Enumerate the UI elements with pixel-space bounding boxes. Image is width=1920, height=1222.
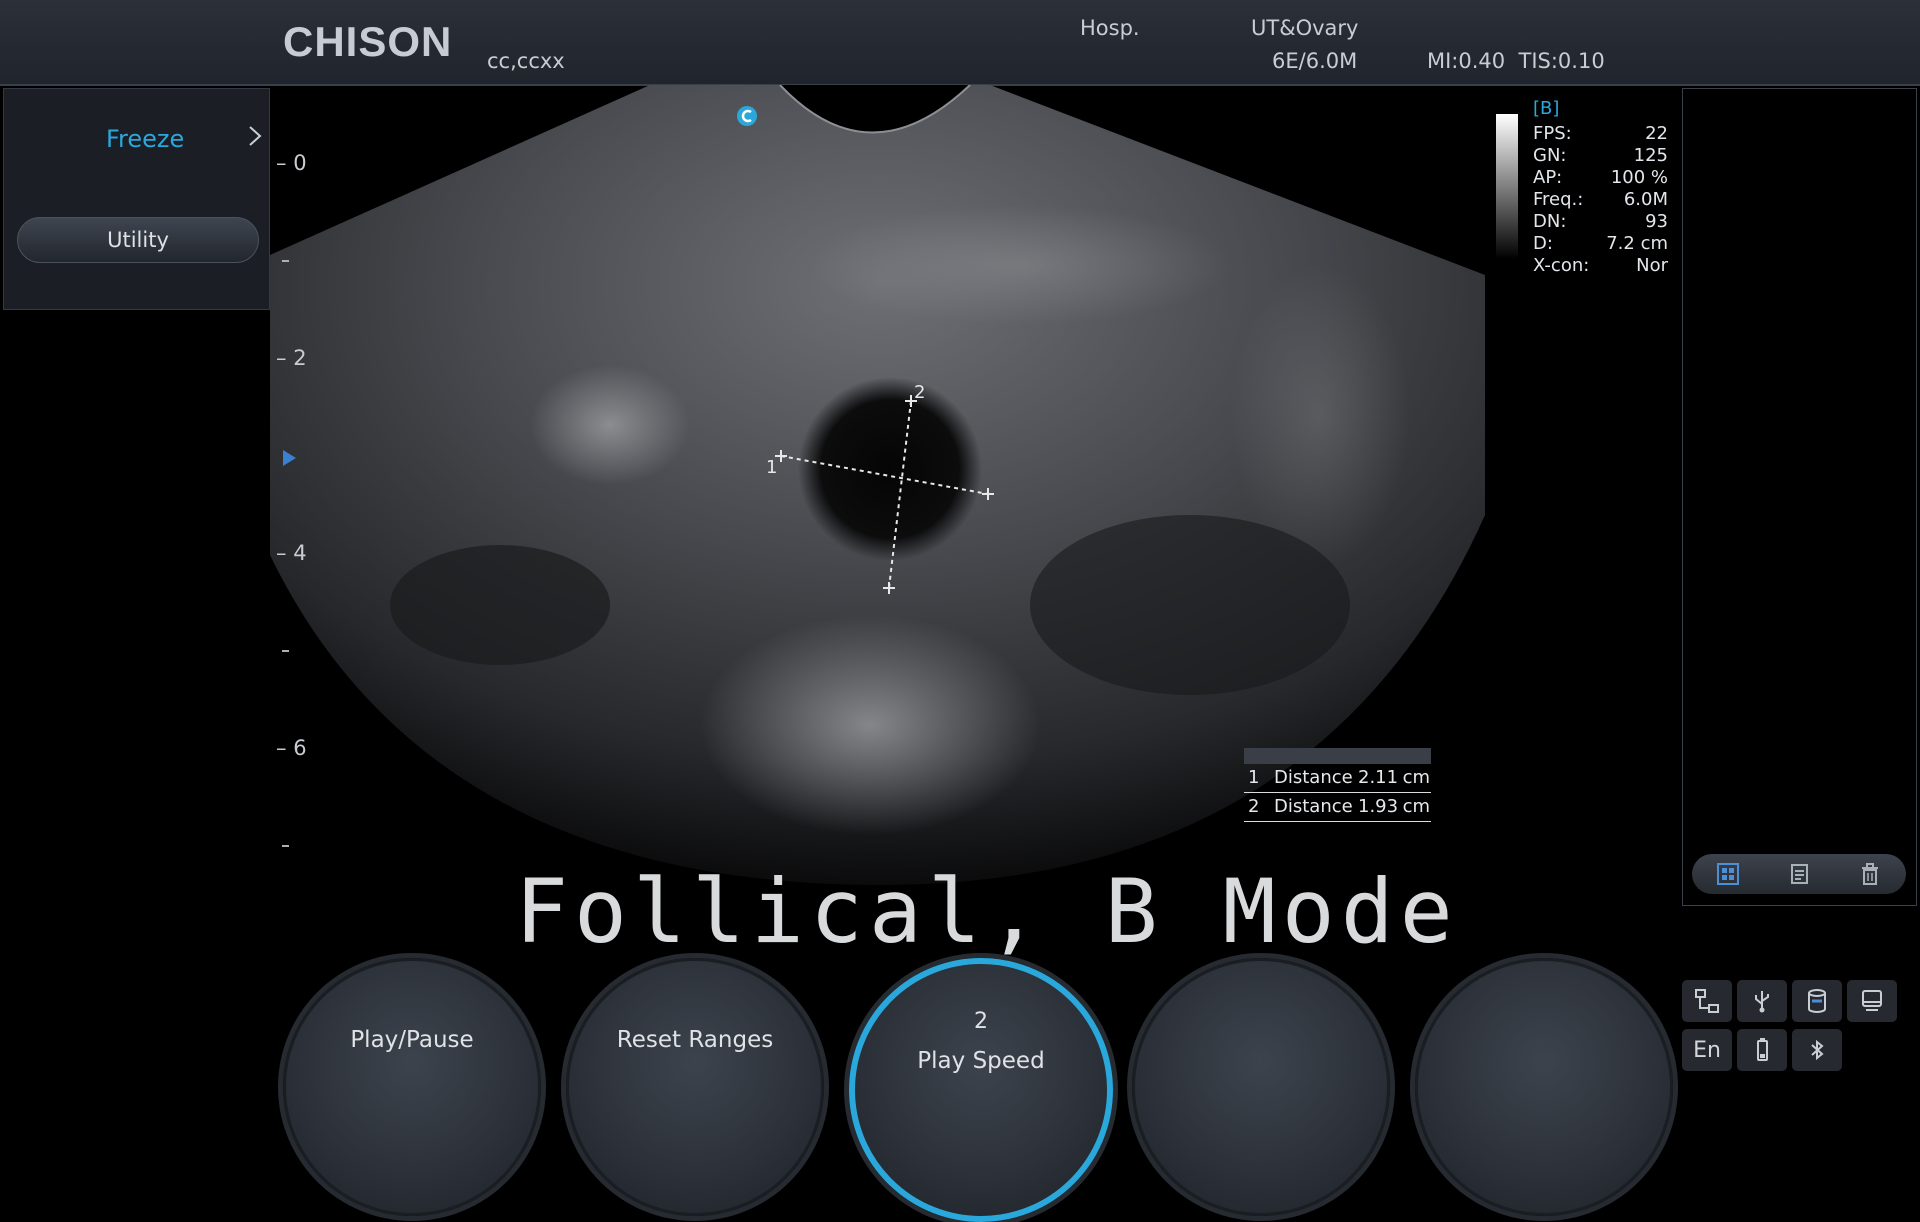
freeze-menu-item[interactable]: Freeze — [106, 125, 184, 153]
chevron-right-icon[interactable] — [242, 123, 268, 149]
blank-knob-1[interactable] — [1132, 958, 1390, 1216]
battery-icon — [1757, 1038, 1768, 1061]
monitor-icon — [1862, 990, 1882, 1011]
param-row: D: 7.2 cm — [1533, 233, 1668, 254]
database-icon — [1808, 989, 1826, 1013]
display-status[interactable] — [1847, 980, 1897, 1022]
depth-label-6: – 6 — [276, 736, 307, 760]
review-button[interactable] — [1779, 859, 1819, 889]
hospital-name: Hosp. — [1080, 16, 1140, 40]
play-pause-knob[interactable]: Play/Pause — [283, 958, 541, 1216]
usb-icon — [1755, 991, 1769, 1013]
param-row: GN: 125 — [1533, 145, 1668, 166]
play-pause-label: Play/Pause — [350, 1027, 474, 1053]
imaging-mode: [B] — [1533, 98, 1560, 119]
play-speed-label: Play Speed — [917, 1048, 1045, 1074]
select-all-button[interactable] — [1708, 859, 1748, 889]
measurement-results: 1 Distance 2.11 cm 2 Distance 1.93 cm — [1244, 748, 1431, 822]
top-bar: CHISON cc,ccxx Hosp. UT&Ovary 6E/6.0M MI… — [0, 0, 1920, 86]
depth-scale: – 0 – 2 – 4 – 6 — [276, 140, 336, 860]
depth-label-4: – 4 — [276, 541, 307, 565]
storage-status[interactable] — [1792, 980, 1842, 1022]
safety-indices: MI:0.40 TIS:0.10 — [1427, 49, 1605, 73]
exam-preset: UT&Ovary — [1251, 16, 1359, 40]
delete-button[interactable] — [1850, 859, 1890, 889]
param-row: FPS: 22 — [1533, 123, 1668, 144]
thumbnail-panel — [1682, 88, 1917, 906]
caliper-label-1: 1 — [766, 457, 777, 478]
battery-status[interactable] — [1737, 1029, 1787, 1071]
param-row: AP: 100 % — [1533, 167, 1668, 188]
orientation-marker-icon — [737, 106, 757, 126]
grid-select-icon — [1716, 863, 1739, 885]
imaging-parameters: [B] FPS: 22 GN: 125 AP: 100 % Freq.: 6.0M DN… — [1533, 98, 1668, 277]
depth-label-2: – 2 — [276, 346, 307, 370]
param-row: DN: 93 — [1533, 211, 1668, 232]
depth-label-0: – 0 — [276, 151, 307, 175]
reset-ranges-label: Reset Ranges — [616, 1027, 774, 1053]
depth-minor-tick — [282, 260, 289, 262]
bluetooth-icon — [1811, 1039, 1824, 1061]
play-speed-knob[interactable]: 2 Play Speed — [849, 958, 1113, 1222]
utility-button[interactable]: Utility — [17, 217, 259, 263]
usb-status[interactable] — [1737, 980, 1787, 1022]
measurement-header — [1244, 748, 1431, 764]
caliper-label-2: 2 — [914, 382, 925, 403]
play-speed-value: 2 — [974, 1009, 988, 1034]
measurement-row[interactable]: 2 Distance 1.93 cm — [1244, 793, 1431, 822]
patient-name: cc,ccxx — [487, 49, 565, 73]
network-status[interactable] — [1682, 980, 1732, 1022]
image-caption: Follical, B Mode — [515, 860, 1459, 963]
thumbnail-toolbar — [1692, 854, 1906, 894]
network-icon — [1695, 989, 1719, 1013]
language-toggle[interactable]: En — [1682, 1029, 1732, 1071]
trash-icon — [1862, 863, 1879, 885]
depth-minor-tick — [282, 845, 289, 847]
document-list-icon — [1790, 864, 1808, 884]
bluetooth-status[interactable] — [1792, 1029, 1842, 1071]
reset-ranges-knob[interactable]: Reset Ranges — [566, 958, 824, 1216]
depth-minor-tick — [282, 650, 289, 652]
grayscale-bar — [1496, 114, 1518, 259]
probe-frequency: 6E/6.0M — [1272, 49, 1358, 73]
focus-marker-icon[interactable] — [283, 450, 297, 466]
param-row: X-con: Nor — [1533, 255, 1668, 276]
param-row: Freq.: 6.0M — [1533, 189, 1668, 210]
brand-logo: CHISON — [283, 18, 453, 65]
status-icons: En — [1682, 980, 1917, 1080]
left-menu-panel: Freeze Utility — [3, 88, 270, 310]
blank-knob-2[interactable] — [1415, 958, 1673, 1216]
measurement-row[interactable]: 1 Distance 2.11 cm — [1244, 764, 1431, 793]
